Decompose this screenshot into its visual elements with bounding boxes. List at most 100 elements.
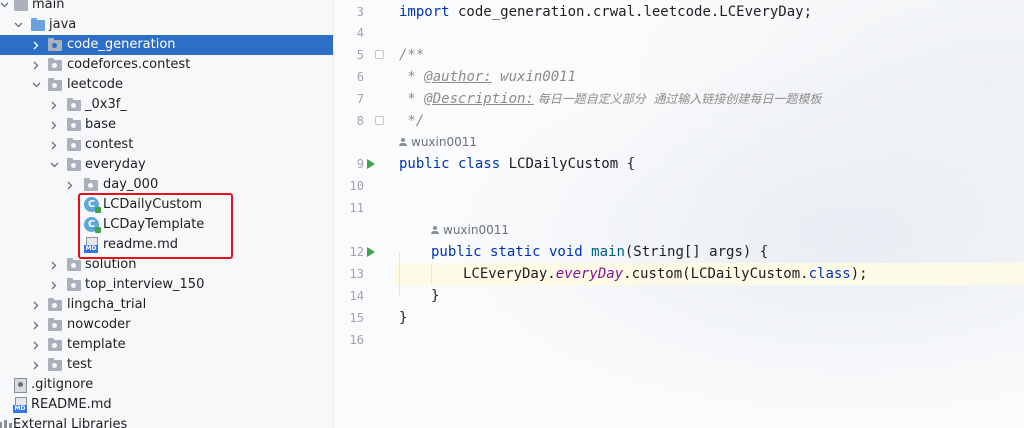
code-text: (String[] args) { — [624, 244, 769, 260]
tree-item-label: codeforces.contest — [67, 57, 191, 72]
tree-item-java[interactable]: java — [0, 15, 333, 35]
chevron-right-icon[interactable] — [48, 115, 60, 135]
code-line-15[interactable]: } — [399, 307, 407, 329]
line-number: 14 — [349, 289, 364, 303]
tree-item-label: External Libraries — [13, 417, 128, 428]
author-inlay-hint[interactable]: wuxin0011 — [431, 220, 509, 240]
line-number: 4 — [356, 26, 364, 40]
tree-item-label: test — [67, 357, 92, 372]
tree-item-top-interview-150[interactable]: top_interview_150 — [0, 275, 333, 295]
indent-guide — [399, 252, 400, 296]
code-line-14[interactable]: } — [431, 285, 439, 307]
tree-item-day-000[interactable]: day_000 — [0, 175, 333, 195]
line-number: 10 — [349, 179, 364, 193]
keyword: public static void — [431, 244, 583, 260]
chevron-down-icon[interactable] — [48, 155, 60, 175]
package-icon — [67, 98, 81, 111]
chevron-right-icon[interactable] — [30, 55, 42, 75]
package-icon — [48, 358, 62, 371]
chevron-right-icon[interactable] — [48, 95, 60, 115]
editor-gutter: 3 4 5 6 7 8 9 10 11 12 13 14 15 16 — [334, 0, 386, 428]
tree-item-lingcha-trial[interactable]: lingcha_trial — [0, 295, 333, 315]
tree-item-label: code_generation — [67, 37, 176, 52]
fold-marker-icon[interactable] — [375, 116, 384, 125]
chevron-right-icon[interactable] — [48, 275, 60, 295]
chevron-right-icon[interactable] — [30, 335, 42, 355]
tree-item-label: template — [67, 337, 126, 352]
tree-item-readme-root[interactable]: MD README.md — [0, 395, 333, 415]
line-number: 6 — [356, 70, 364, 84]
code-editor[interactable]: 3 4 5 6 7 8 9 10 11 12 13 14 15 16 impor… — [334, 0, 1024, 428]
code-text: LCDailyCustom { — [500, 156, 636, 172]
chevron-right-icon[interactable] — [30, 35, 42, 55]
tree-item-template[interactable]: template — [0, 335, 333, 355]
tree-item-label: top_interview_150 — [85, 277, 205, 292]
tree-item-label: contest — [85, 137, 134, 152]
tree-item-label: everyday — [85, 157, 146, 172]
line-number: 12 — [349, 245, 364, 259]
keyword: class — [808, 266, 851, 282]
chevron-right-icon[interactable] — [30, 315, 42, 335]
package-icon — [48, 38, 62, 51]
code-text: .custom(LCDailyCustom. — [623, 266, 809, 282]
tree-item-base[interactable]: base — [0, 115, 333, 135]
highlight-annotation-box — [78, 193, 233, 259]
package-icon — [67, 278, 81, 291]
markdown-file-icon: MD — [13, 397, 27, 413]
tree-item-code-generation[interactable]: code_generation — [0, 35, 333, 55]
project-tree[interactable]: main java code_generation codeforces.con… — [0, 0, 334, 428]
chevron-down-icon[interactable] — [0, 0, 10, 15]
keyword: import — [399, 4, 450, 20]
tree-item-contest[interactable]: contest — [0, 135, 333, 155]
tree-item-main[interactable]: main — [0, 0, 333, 15]
code-line-12[interactable]: public static void main(String[] args) { — [431, 241, 768, 263]
run-gutter-icon[interactable] — [367, 247, 375, 257]
code-line-7[interactable]: * @Description: 每日一题自定义部分 通过输入链接创建每日一题模板 — [399, 88, 821, 110]
chevron-right-icon[interactable] — [30, 295, 42, 315]
tree-item-label: leetcode — [67, 77, 124, 92]
line-number: 8 — [356, 114, 364, 128]
code-line-3[interactable]: import code_generation.crwal.leetcode.LC… — [399, 1, 812, 23]
code-line-6[interactable]: * @author: wuxin0011 — [399, 66, 576, 88]
code-text: } — [431, 288, 440, 304]
code-line-5[interactable]: /** — [399, 44, 424, 66]
code-text: LCEveryDay. — [463, 266, 556, 282]
tree-item-test[interactable]: test — [0, 355, 333, 375]
code-line-13[interactable]: LCEveryDay.everyDay.custom(LCDailyCustom… — [463, 263, 868, 285]
chevron-down-icon[interactable] — [12, 15, 24, 35]
package-icon — [67, 258, 81, 271]
line-number: 15 — [349, 311, 364, 325]
comment-text: * — [399, 69, 425, 85]
tree-item-label: main — [32, 0, 65, 12]
tree-item-codeforces-contest[interactable]: codeforces.contest — [0, 55, 333, 75]
chevron-right-icon[interactable] — [48, 255, 60, 275]
author-inlay-hint[interactable]: wuxin0011 — [399, 132, 477, 152]
indent-guide — [431, 263, 432, 285]
tree-item-everyday[interactable]: everyday — [0, 155, 333, 175]
tree-item-label: _0x3f_ — [85, 97, 127, 112]
comment-text: 每日一题自定义部分 通过输入链接创建每日一题模板 — [533, 92, 822, 106]
code-line-9[interactable]: public class LCDailyCustom { — [399, 153, 635, 175]
comment-text: wuxin0011 — [491, 69, 577, 85]
package-icon — [67, 138, 81, 151]
chevron-right-icon[interactable] — [30, 355, 42, 375]
fold-marker-icon[interactable] — [375, 50, 384, 59]
user-icon — [431, 226, 439, 234]
chevron-down-icon[interactable] — [30, 75, 42, 95]
tree-item-external-libraries[interactable]: External Libraries — [0, 415, 333, 428]
chevron-right-icon[interactable] — [48, 135, 60, 155]
run-gutter-icon[interactable] — [367, 159, 375, 169]
tree-item-0x3f[interactable]: _0x3f_ — [0, 95, 333, 115]
comment-text: * — [399, 91, 425, 107]
line-number: 3 — [356, 5, 364, 19]
chevron-right-icon[interactable] — [64, 175, 76, 195]
comment-text: /** — [399, 47, 425, 63]
tree-item-leetcode[interactable]: leetcode — [0, 75, 333, 95]
line-number: 9 — [356, 157, 364, 171]
tree-item-label: lingcha_trial — [67, 297, 147, 312]
code-line-8[interactable]: */ — [399, 110, 424, 132]
tree-item-label: README.md — [31, 397, 112, 412]
tree-item-nowcoder[interactable]: nowcoder — [0, 315, 333, 335]
package-icon — [48, 318, 62, 331]
tree-item-gitignore[interactable]: .gitignore — [0, 375, 333, 395]
